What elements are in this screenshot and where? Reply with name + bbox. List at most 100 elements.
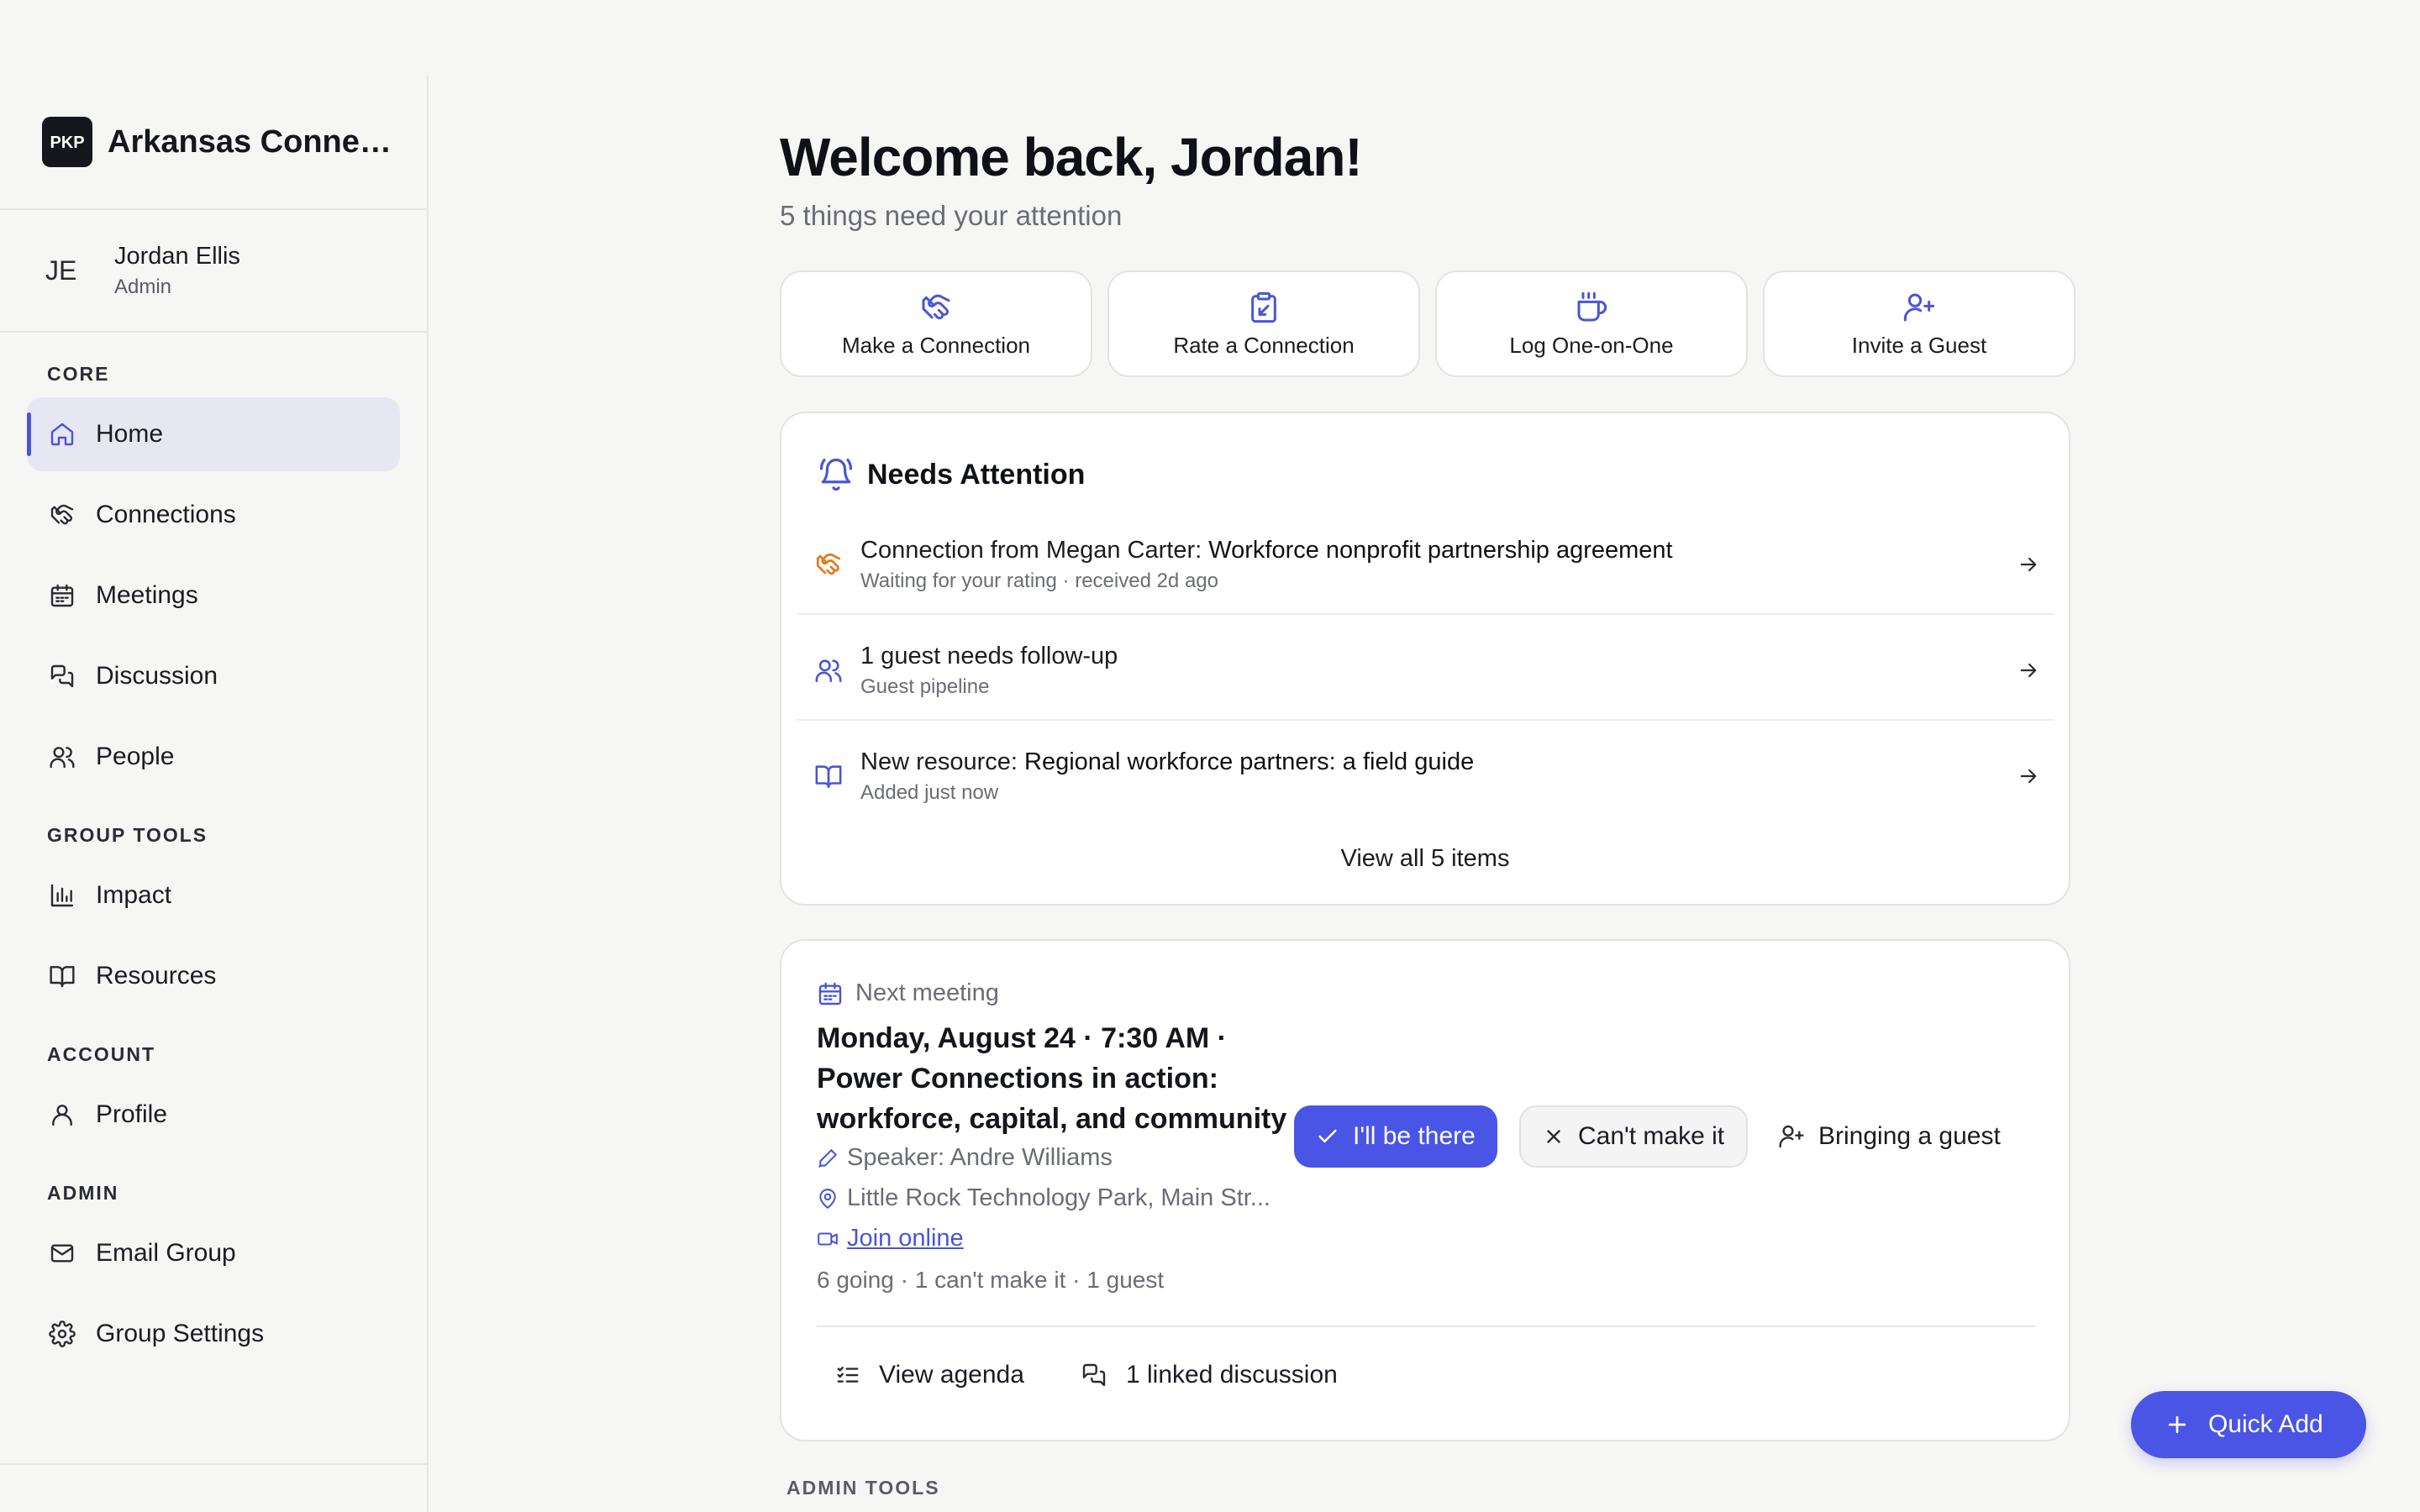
coffee-icon xyxy=(1575,289,1608,326)
quick-add-button[interactable]: Quick Add xyxy=(2131,1391,2366,1458)
attention-item[interactable]: New resource: Regional workforce partner… xyxy=(797,724,2054,828)
user-info: Jordan Ellis Admin xyxy=(114,243,240,299)
attention-item-prefix: New resource: xyxy=(860,748,1025,775)
needs-attention-card: Needs Attention Connection from Megan Ca… xyxy=(780,412,2070,906)
attention-item-title: New resource: Regional workforce partner… xyxy=(860,748,2003,776)
user-card[interactable]: JE Jordan Ellis Admin xyxy=(0,210,427,333)
page-title: Welcome back, Jordan! xyxy=(780,127,1363,187)
sidebar-item-label: Impact xyxy=(96,881,172,909)
next-meeting-label-text: Next meeting xyxy=(855,979,999,1006)
log-one-on-one-button[interactable]: Log One-on-One xyxy=(1435,270,1748,377)
map-pin-icon xyxy=(817,1188,839,1210)
linked-discussion-button[interactable]: 1 linked discussion xyxy=(1081,1361,1338,1389)
user-plus-icon xyxy=(1902,289,1936,326)
arrow-right-icon xyxy=(2003,659,2054,682)
close-icon xyxy=(1543,1126,1565,1147)
join-online-link[interactable]: Join online xyxy=(847,1225,964,1252)
sidebar-item-profile[interactable]: Profile xyxy=(27,1078,400,1152)
rsvp-yes-button[interactable]: I'll be there xyxy=(1294,1105,1497,1168)
section-label-admin: ADMIN xyxy=(47,1182,119,1204)
brand-name: Arkansas Connections xyxy=(108,123,393,160)
chat-icon xyxy=(1081,1362,1107,1389)
linked-discussion-label: 1 linked discussion xyxy=(1126,1361,1338,1389)
brand[interactable]: PKP Arkansas Connections xyxy=(0,76,427,210)
attention-item-subtitle: Guest pipeline xyxy=(860,675,990,698)
quick-action-label: Log One-on-One xyxy=(1509,333,1674,358)
sidebar-item-label: Profile xyxy=(96,1100,168,1128)
user-plus-icon xyxy=(1778,1123,1805,1150)
plus-icon xyxy=(2165,1412,2190,1437)
section-label-account: ACCOUNT xyxy=(47,1043,155,1065)
sidebar-footer-divider xyxy=(0,1463,427,1465)
sidebar-item-people[interactable]: People xyxy=(27,720,400,794)
attention-item-highlight: Regional workforce partners: a field gui… xyxy=(1024,748,1475,775)
sidebar-item-connections[interactable]: Connections xyxy=(27,478,400,552)
needs-attention-title: Needs Attention xyxy=(867,458,1086,491)
attention-item[interactable]: 1 guest needs follow-up Guest pipeline xyxy=(797,618,2054,722)
calendar-icon xyxy=(817,980,844,1007)
home-icon xyxy=(47,419,77,449)
arrow-right-icon xyxy=(2003,553,2054,576)
quick-action-label: Rate a Connection xyxy=(1173,333,1355,358)
sidebar-item-label: People xyxy=(96,743,175,770)
attention-item-title: 1 guest needs follow-up xyxy=(860,643,2003,670)
attention-item-body: Connection from Megan Carter: Workforce … xyxy=(860,537,2003,593)
row-divider xyxy=(797,719,2054,721)
sidebar-item-group-settings[interactable]: Group Settings xyxy=(27,1297,400,1371)
users-icon xyxy=(797,656,860,685)
admin-tools-label: ADMIN TOOLS xyxy=(786,1477,940,1499)
row-divider xyxy=(797,613,2054,615)
next-meeting-card: Next meeting Monday, August 24 · 7:30 AM… xyxy=(780,939,2070,1441)
handshake-icon xyxy=(47,500,77,530)
rate-connection-button[interactable]: Rate a Connection xyxy=(1107,270,1420,377)
attention-item-subtitle: Added just now xyxy=(860,780,999,804)
attention-item[interactable]: Connection from Megan Carter: Workforce … xyxy=(797,512,2054,617)
user-icon xyxy=(47,1100,77,1130)
needs-attention-header: Needs Attention xyxy=(818,457,1085,492)
mail-icon xyxy=(47,1238,77,1268)
next-meeting-label: Next meeting xyxy=(817,979,999,1007)
view-all-link[interactable]: View all 5 items xyxy=(781,845,2069,873)
pen-icon xyxy=(817,1147,839,1169)
user-role: Admin xyxy=(114,275,172,298)
video-icon xyxy=(817,1228,839,1250)
sidebar-item-discussion[interactable]: Discussion xyxy=(27,639,400,713)
sidebar: PKP Arkansas Connections JE Jordan Ellis… xyxy=(0,76,429,1512)
sidebar-item-email-group[interactable]: Email Group xyxy=(27,1216,400,1290)
view-agenda-button[interactable]: View agenda xyxy=(835,1361,1024,1389)
attention-item-body: New resource: Regional workforce partner… xyxy=(860,748,2003,805)
sidebar-item-label: Home xyxy=(96,420,164,448)
invite-guest-button[interactable]: Invite a Guest xyxy=(1763,270,2075,377)
meeting-join: Join online xyxy=(817,1225,964,1252)
meeting-speaker: Speaker: Andre Williams xyxy=(817,1144,1113,1172)
sidebar-item-home[interactable]: Home xyxy=(27,397,400,471)
sidebar-item-meetings[interactable]: Meetings xyxy=(27,559,400,633)
sidebar-item-resources[interactable]: Resources xyxy=(27,939,400,1013)
rsvp-yes-label: I'll be there xyxy=(1353,1122,1476,1150)
sidebar-item-label: Group Settings xyxy=(96,1320,265,1347)
sidebar-item-label: Meetings xyxy=(96,581,198,609)
attention-item-prefix: 1 guest needs follow-up xyxy=(860,642,1118,669)
rsvp-no-button[interactable]: Can't make it xyxy=(1519,1105,1749,1168)
rsvp-guest-label: Bringing a guest xyxy=(1818,1122,2001,1150)
logo-mark: PKP xyxy=(50,134,84,152)
make-connection-button[interactable]: Make a Connection xyxy=(780,270,1092,377)
quick-action-label: Make a Connection xyxy=(841,333,1031,358)
meeting-location: Little Rock Technology Park, Main Str... xyxy=(817,1184,1270,1212)
attention-item-highlight: Workforce nonprofit partnership agreemen… xyxy=(1208,536,1673,564)
quick-actions: Make a Connection Rate a Connection Log … xyxy=(780,270,2075,377)
bell-icon xyxy=(818,457,854,492)
rsvp-guest-button[interactable]: Bringing a guest xyxy=(1770,1105,2009,1168)
sidebar-item-label: Discussion xyxy=(96,662,218,690)
gear-icon xyxy=(47,1319,77,1349)
list-check-icon xyxy=(835,1362,860,1388)
attention-item-title: Connection from Megan Carter: Workforce … xyxy=(860,537,2003,564)
section-label-core: CORE xyxy=(47,363,110,385)
rsvp-no-label: Can't make it xyxy=(1578,1122,1725,1150)
sidebar-item-impact[interactable]: Impact xyxy=(27,858,400,932)
attention-item-subtitle: Waiting for your rating · received 2d ag… xyxy=(860,569,1218,592)
quick-action-label: Invite a Guest xyxy=(1851,333,1987,358)
arrow-right-icon xyxy=(2003,764,2054,788)
book-icon xyxy=(797,762,860,790)
meeting-divider xyxy=(817,1326,2035,1327)
